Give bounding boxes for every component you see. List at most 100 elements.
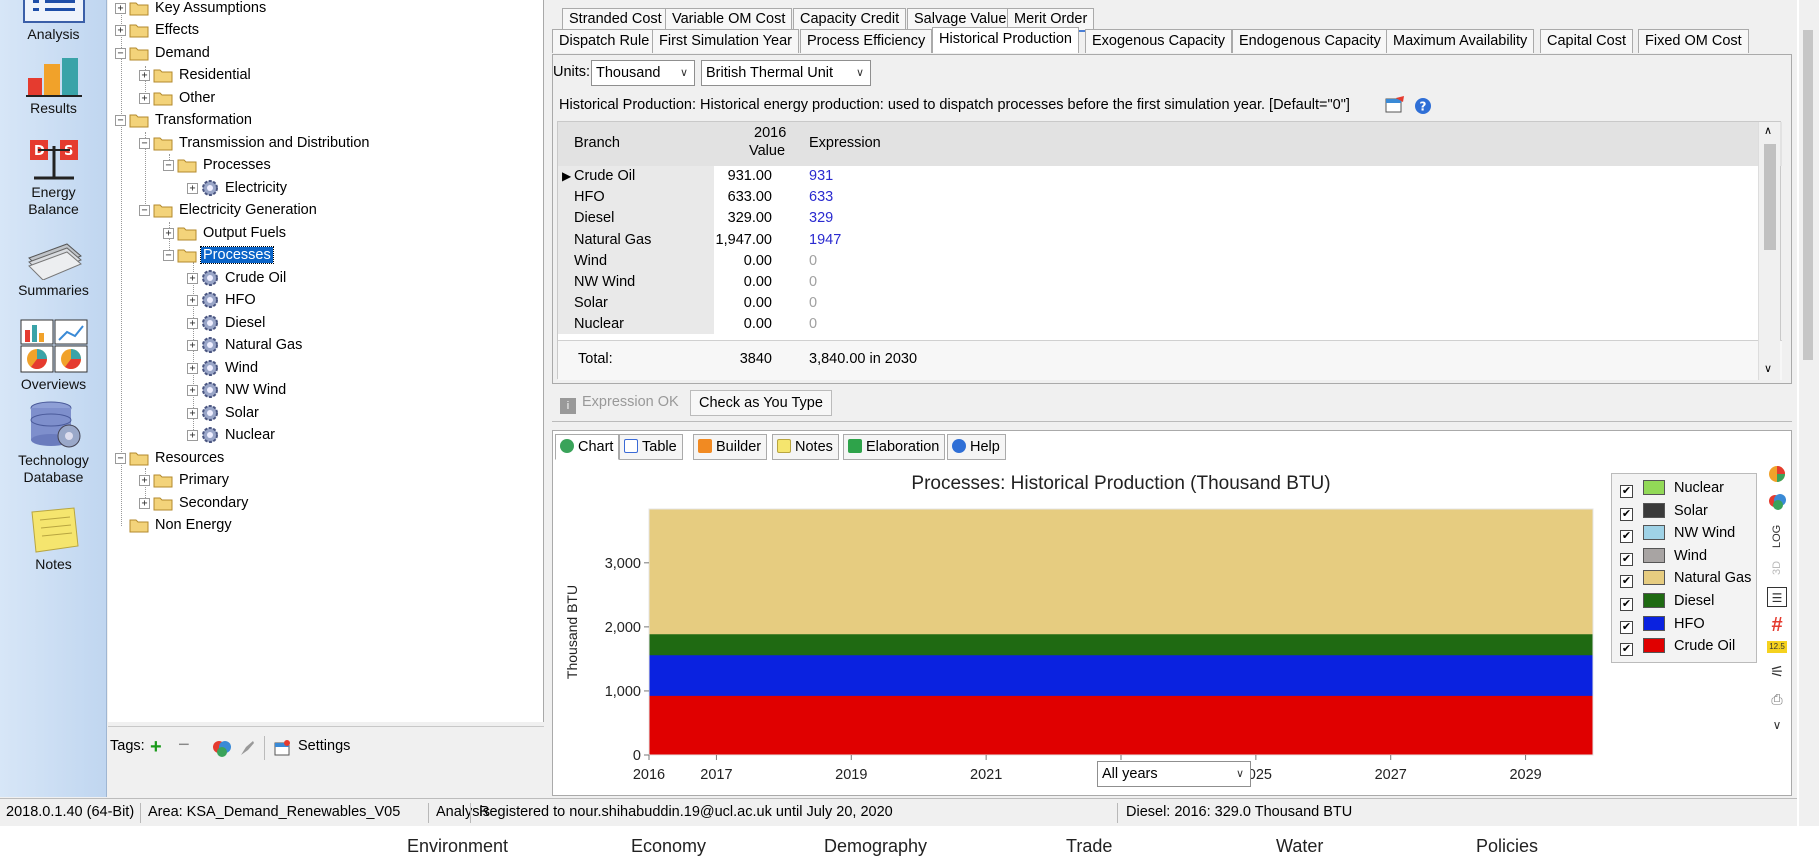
tree-node-demand[interactable]: − Demand	[115, 43, 212, 63]
edit-note-icon[interactable]	[1384, 96, 1406, 114]
tab-help[interactable]: Help	[947, 434, 1006, 460]
expand-toggle[interactable]: +	[187, 407, 198, 419]
tree-node-transmission-and-distribution[interactable]: − Transmission and Distribution	[139, 133, 371, 153]
expand-toggle[interactable]: +	[187, 182, 198, 194]
year-range-select[interactable]: All years ∨	[1097, 761, 1251, 787]
window-scrollbar[interactable]	[1799, 0, 1819, 826]
collapse-toggle[interactable]: −	[163, 159, 174, 171]
table-row[interactable]: Wind 0.00 0	[558, 253, 1758, 273]
nav-summaries[interactable]: Summaries	[0, 238, 107, 298]
tree-node-natural-gas[interactable]: + Natural Gas	[187, 335, 304, 355]
tree-node-output-fuels[interactable]: + Output Fuels	[163, 223, 288, 243]
check-as-you-type-toggle[interactable]: Check as You Type	[690, 390, 832, 416]
print-icon[interactable]: ⎙	[1767, 689, 1787, 709]
more-tools-icon[interactable]: ∨	[1767, 715, 1787, 735]
table-row[interactable]: Crude Oil 931.00 931	[558, 168, 1758, 188]
legend-item[interactable]: ✔ Natural Gas	[1620, 570, 1751, 590]
legend-checkbox[interactable]: ✔	[1620, 485, 1633, 498]
add-tag-icon[interactable]: +	[150, 736, 162, 759]
menu-economy[interactable]: Economy	[631, 836, 706, 857]
nav-overviews[interactable]: Overviews	[0, 318, 107, 392]
scroll-down-icon[interactable]: ∨	[1764, 362, 1772, 375]
menu-water[interactable]: Water	[1276, 836, 1323, 857]
tab-exogenous-capacity[interactable]: Exogenous Capacity	[1085, 29, 1232, 53]
expand-toggle[interactable]: +	[187, 384, 198, 396]
legend-checkbox[interactable]: ✔	[1620, 643, 1633, 657]
legend-checkbox[interactable]: ✔	[1620, 575, 1633, 589]
tab-dispatch-rule[interactable]: Dispatch Rule	[552, 29, 657, 53]
nav-energy-balance[interactable]: D S Energy Balance	[0, 138, 107, 218]
expand-toggle[interactable]: +	[139, 497, 150, 509]
tree-node-hfo[interactable]: + HFO	[187, 290, 258, 310]
nav-results[interactable]: Results	[0, 56, 107, 116]
remove-tag-icon[interactable]: −	[178, 734, 190, 757]
legend-item[interactable]: ✔ Diesel	[1620, 593, 1714, 613]
row-expression[interactable]: 1947	[809, 232, 841, 248]
tab-table[interactable]: Table	[619, 434, 683, 460]
settings-button[interactable]: Settings	[298, 738, 350, 754]
legend-checkbox[interactable]: ✔	[1620, 530, 1633, 544]
legend-checkbox[interactable]: ✔	[1620, 620, 1633, 634]
tree-node-transformation[interactable]: − Transformation	[115, 110, 254, 130]
row-expression[interactable]: 0	[809, 253, 817, 269]
legend-toggle-icon[interactable]: ☰	[1767, 587, 1787, 607]
expand-toggle[interactable]: +	[187, 362, 198, 374]
row-expression[interactable]: 931	[809, 168, 833, 184]
tab-capital-cost[interactable]: Capital Cost	[1540, 29, 1633, 53]
legend-item[interactable]: ✔ Nuclear	[1620, 480, 1724, 500]
nav-notes[interactable]: Notes	[0, 506, 107, 572]
scroll-thumb[interactable]	[1803, 30, 1813, 360]
units-scale-select[interactable]: Thousand ∨	[591, 60, 695, 86]
nav-analysis[interactable]: Analysis	[0, 0, 107, 42]
collapse-toggle[interactable]: −	[115, 114, 126, 126]
tree-node-crude-oil[interactable]: + Crude Oil	[187, 268, 288, 288]
tab-capacity-credit[interactable]: Capacity Credit	[793, 8, 907, 30]
table-row[interactable]: Nuclear 0.00 0	[558, 316, 1758, 336]
grid-scrollbar[interactable]: ∧ ∨	[1758, 122, 1780, 380]
tree-node-diesel[interactable]: + Diesel	[187, 313, 267, 333]
tab-variable-om-cost[interactable]: Variable OM Cost	[665, 8, 793, 30]
table-row[interactable]: Diesel 329.00 329	[558, 210, 1758, 230]
legend-item[interactable]: ✔ Crude Oil	[1620, 638, 1735, 658]
tab-chart[interactable]: Chart	[555, 434, 620, 460]
tree-node-solar[interactable]: + Solar	[187, 403, 261, 423]
expand-toggle[interactable]: +	[139, 92, 150, 104]
grid-toggle-icon[interactable]: #	[1767, 615, 1787, 635]
legend-checkbox[interactable]: ✔	[1620, 552, 1633, 566]
tree-node-resources[interactable]: − Resources	[115, 448, 226, 468]
tree-node-electricity-generation[interactable]: − Electricity Generation	[139, 200, 319, 220]
tab-elaboration[interactable]: Elaboration	[843, 434, 946, 460]
expand-toggle[interactable]: +	[187, 272, 198, 284]
tree-node-non-energy[interactable]: Non Energy	[115, 515, 234, 535]
expand-toggle[interactable]: +	[187, 429, 198, 441]
collapse-toggle[interactable]: −	[115, 47, 126, 59]
expand-toggle[interactable]: +	[163, 227, 174, 239]
legend-item[interactable]: ✔ Solar	[1620, 502, 1708, 523]
tree-node-residential[interactable]: + Residential	[139, 65, 253, 85]
table-row[interactable]: Solar 0.00 0	[558, 295, 1758, 315]
log-scale-toggle[interactable]: LOG	[1767, 521, 1787, 551]
tree-node-wind[interactable]: + Wind	[187, 358, 260, 378]
tab-builder[interactable]: Builder	[693, 434, 768, 460]
row-expression[interactable]: 329	[809, 210, 833, 226]
tree-node-other[interactable]: + Other	[139, 88, 217, 108]
tag-colors-icon[interactable]	[212, 739, 232, 757]
row-expression[interactable]: 0	[809, 316, 817, 332]
nav-technology-database[interactable]: Technology Database	[0, 400, 107, 486]
expand-toggle[interactable]: +	[187, 294, 198, 306]
legend-item[interactable]: ✔ Wind	[1620, 547, 1707, 568]
help-icon[interactable]: ?	[1414, 97, 1432, 115]
collapse-toggle[interactable]: −	[163, 249, 174, 261]
menu-environment[interactable]: Environment	[407, 836, 508, 857]
settings-icon[interactable]	[274, 739, 292, 757]
expand-toggle[interactable]: +	[139, 69, 150, 81]
tag-brush-icon[interactable]	[238, 739, 256, 757]
expand-toggle[interactable]: +	[187, 317, 198, 329]
units-select[interactable]: British Thermal Unit ∨	[701, 60, 871, 86]
expand-toggle[interactable]: +	[115, 24, 126, 36]
tree-node-nw-wind[interactable]: + NW Wind	[187, 380, 288, 400]
menu-policies[interactable]: Policies	[1476, 836, 1538, 857]
legend-checkbox[interactable]: ✔	[1620, 507, 1633, 521]
collapse-toggle[interactable]: −	[139, 137, 150, 149]
row-expression[interactable]: 633	[809, 189, 833, 205]
